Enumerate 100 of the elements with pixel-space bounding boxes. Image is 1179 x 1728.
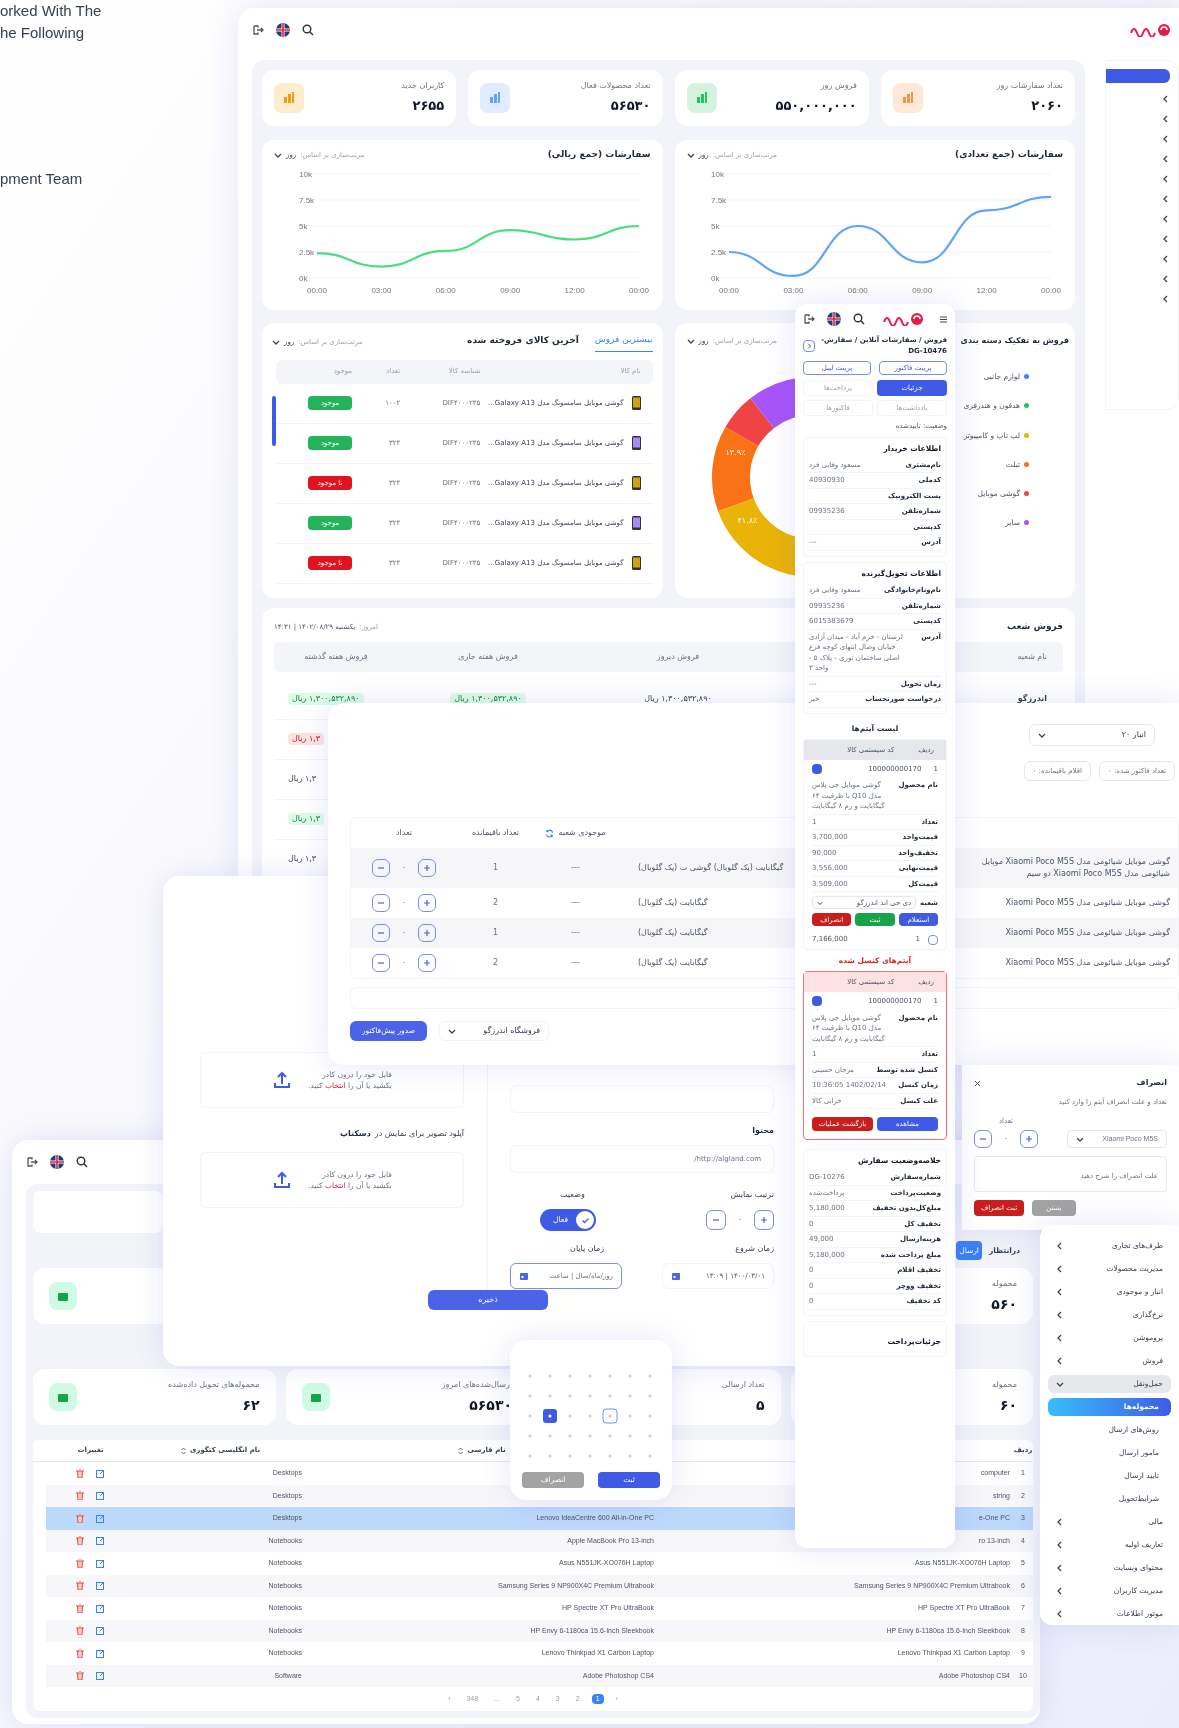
trash-icon[interactable] — [76, 1603, 84, 1613]
tab[interactable]: آخرین کالای فروخته شده — [467, 333, 579, 352]
plus-icon — [423, 899, 431, 907]
edit-icon[interactable] — [96, 1558, 105, 1568]
phone-icon — [631, 476, 641, 490]
product-name: گوشی موبایل شیائومی مدل Xiaomi Poco M5S — [1004, 957, 1171, 969]
save-button[interactable]: ذخیره — [428, 1290, 548, 1310]
minus-icon — [377, 929, 385, 937]
trash-icon[interactable] — [76, 1648, 84, 1658]
edit-icon[interactable] — [96, 1603, 105, 1613]
quantity-value: ۰ — [736, 1214, 744, 1226]
minus-button[interactable] — [974, 1130, 992, 1148]
trash-icon[interactable] — [76, 1558, 84, 1568]
intro-text: orked With The — [0, 1, 102, 21]
table-cell-text: --- — [570, 897, 581, 909]
axis-tick-label: 00:00 — [719, 285, 739, 295]
chevron-icon — [1162, 215, 1170, 223]
edit-icon[interactable] — [96, 1513, 105, 1523]
sort-icon[interactable] — [180, 1446, 186, 1455]
plus-button[interactable] — [1020, 1130, 1038, 1148]
plus-button[interactable] — [754, 1210, 774, 1230]
search-icon[interactable] — [76, 1156, 88, 1168]
chevron-icon — [1162, 255, 1170, 263]
edit-icon[interactable] — [96, 1491, 105, 1501]
edit-icon[interactable] — [96, 1468, 105, 1478]
plus-button[interactable] — [418, 894, 436, 912]
minus-button[interactable] — [706, 1210, 726, 1230]
flag-icon[interactable] — [50, 1155, 64, 1169]
axis-tick-label: 5k — [298, 221, 307, 231]
logout-icon[interactable] — [26, 1156, 38, 1168]
edit-icon[interactable] — [96, 1581, 105, 1591]
field-label: وضعیت — [560, 1189, 585, 1201]
plus-button[interactable] — [928, 934, 938, 945]
chevron-icon — [1056, 1610, 1064, 1618]
axis-tick-label: 00:00 — [1041, 285, 1061, 295]
calendar-icon[interactable] — [519, 1271, 529, 1281]
menu-icon[interactable] — [940, 315, 947, 323]
search-icon[interactable] — [302, 24, 314, 36]
trash-icon[interactable] — [76, 1671, 84, 1681]
trash-icon[interactable] — [76, 1626, 84, 1636]
intro-text: pment Team — [0, 169, 84, 189]
minus-button[interactable] — [372, 954, 390, 972]
stat-value: ۶۰ — [998, 1395, 1017, 1415]
logo-icon — [881, 312, 924, 326]
chevron-icon — [1056, 1564, 1064, 1572]
store-select[interactable]: فروشگاه اندرزگو — [439, 1021, 550, 1041]
plus-button[interactable] — [418, 954, 436, 972]
axis-tick-label: 00:00 — [306, 285, 327, 295]
stat-value: ۵۶۰ — [991, 1294, 1017, 1314]
flag-icon[interactable] — [276, 23, 290, 37]
stat-icon — [301, 1383, 330, 1411]
minus-button[interactable] — [372, 924, 390, 942]
menu-item-highlight — [1106, 69, 1170, 83]
chevron-icon — [1162, 175, 1170, 183]
close-icon[interactable] — [974, 1079, 981, 1087]
product-name: گیگابایت (پک گلوبال) — [638, 897, 709, 909]
logout-icon[interactable] — [803, 313, 815, 325]
trash-icon[interactable] — [76, 1581, 84, 1591]
plus-button[interactable] — [418, 859, 436, 877]
sort-icon[interactable] — [458, 1446, 464, 1455]
search-icon[interactable] — [853, 313, 865, 325]
plus-icon — [760, 1216, 768, 1224]
edit-icon[interactable] — [96, 1626, 105, 1636]
axis-tick-label: 09:00 — [912, 285, 933, 295]
axis-tick-label: 2.5k — [298, 247, 314, 257]
minus-button[interactable] — [372, 859, 390, 877]
collapse-button[interactable] — [812, 996, 822, 1007]
edit-icon[interactable] — [96, 1536, 105, 1546]
sales-value: ۱,۳ ریال — [288, 773, 317, 785]
plus-button[interactable] — [418, 924, 436, 942]
chevron-icon — [1162, 275, 1170, 283]
axis-tick-label: 5k — [711, 221, 720, 231]
product-name: گیگابایت (پک گلوبال) — [638, 957, 709, 969]
trash-icon[interactable] — [76, 1468, 84, 1478]
axis-tick-label: 03:00 — [370, 285, 391, 295]
trash-icon[interactable] — [76, 1491, 84, 1501]
edit-icon[interactable] — [96, 1648, 105, 1658]
calendar-icon[interactable] — [671, 1271, 681, 1281]
trash-icon[interactable] — [76, 1513, 84, 1523]
column-header: تعداد باقیمانده — [470, 827, 521, 839]
refresh-icon[interactable] — [545, 828, 555, 838]
table-cell: اندرزگو — [1017, 693, 1047, 705]
collapse-button[interactable] — [812, 764, 822, 774]
plus-icon — [423, 959, 431, 967]
warehouse-select[interactable]: انبار ۲۰ — [1029, 724, 1155, 746]
stat-value: ۵ — [754, 1395, 765, 1415]
stat-value: ۲۰۶۰ — [1030, 97, 1063, 116]
chevron-icon — [1162, 195, 1170, 203]
logout-icon[interactable] — [252, 24, 264, 36]
axis-tick-label: 7.5k — [298, 195, 314, 205]
dialog-title: انصراف — [1136, 1077, 1167, 1089]
flag-icon[interactable] — [827, 312, 841, 326]
table-cell-text: 2 — [491, 897, 500, 909]
minus-button[interactable] — [372, 894, 390, 912]
chevron-icon — [806, 342, 812, 349]
tab[interactable]: بیشترین فروش — [594, 333, 653, 352]
trash-icon[interactable] — [76, 1536, 84, 1546]
axis-tick-label: 06:00 — [847, 285, 868, 295]
edit-icon[interactable] — [96, 1671, 105, 1681]
back-button[interactable] — [803, 339, 815, 352]
